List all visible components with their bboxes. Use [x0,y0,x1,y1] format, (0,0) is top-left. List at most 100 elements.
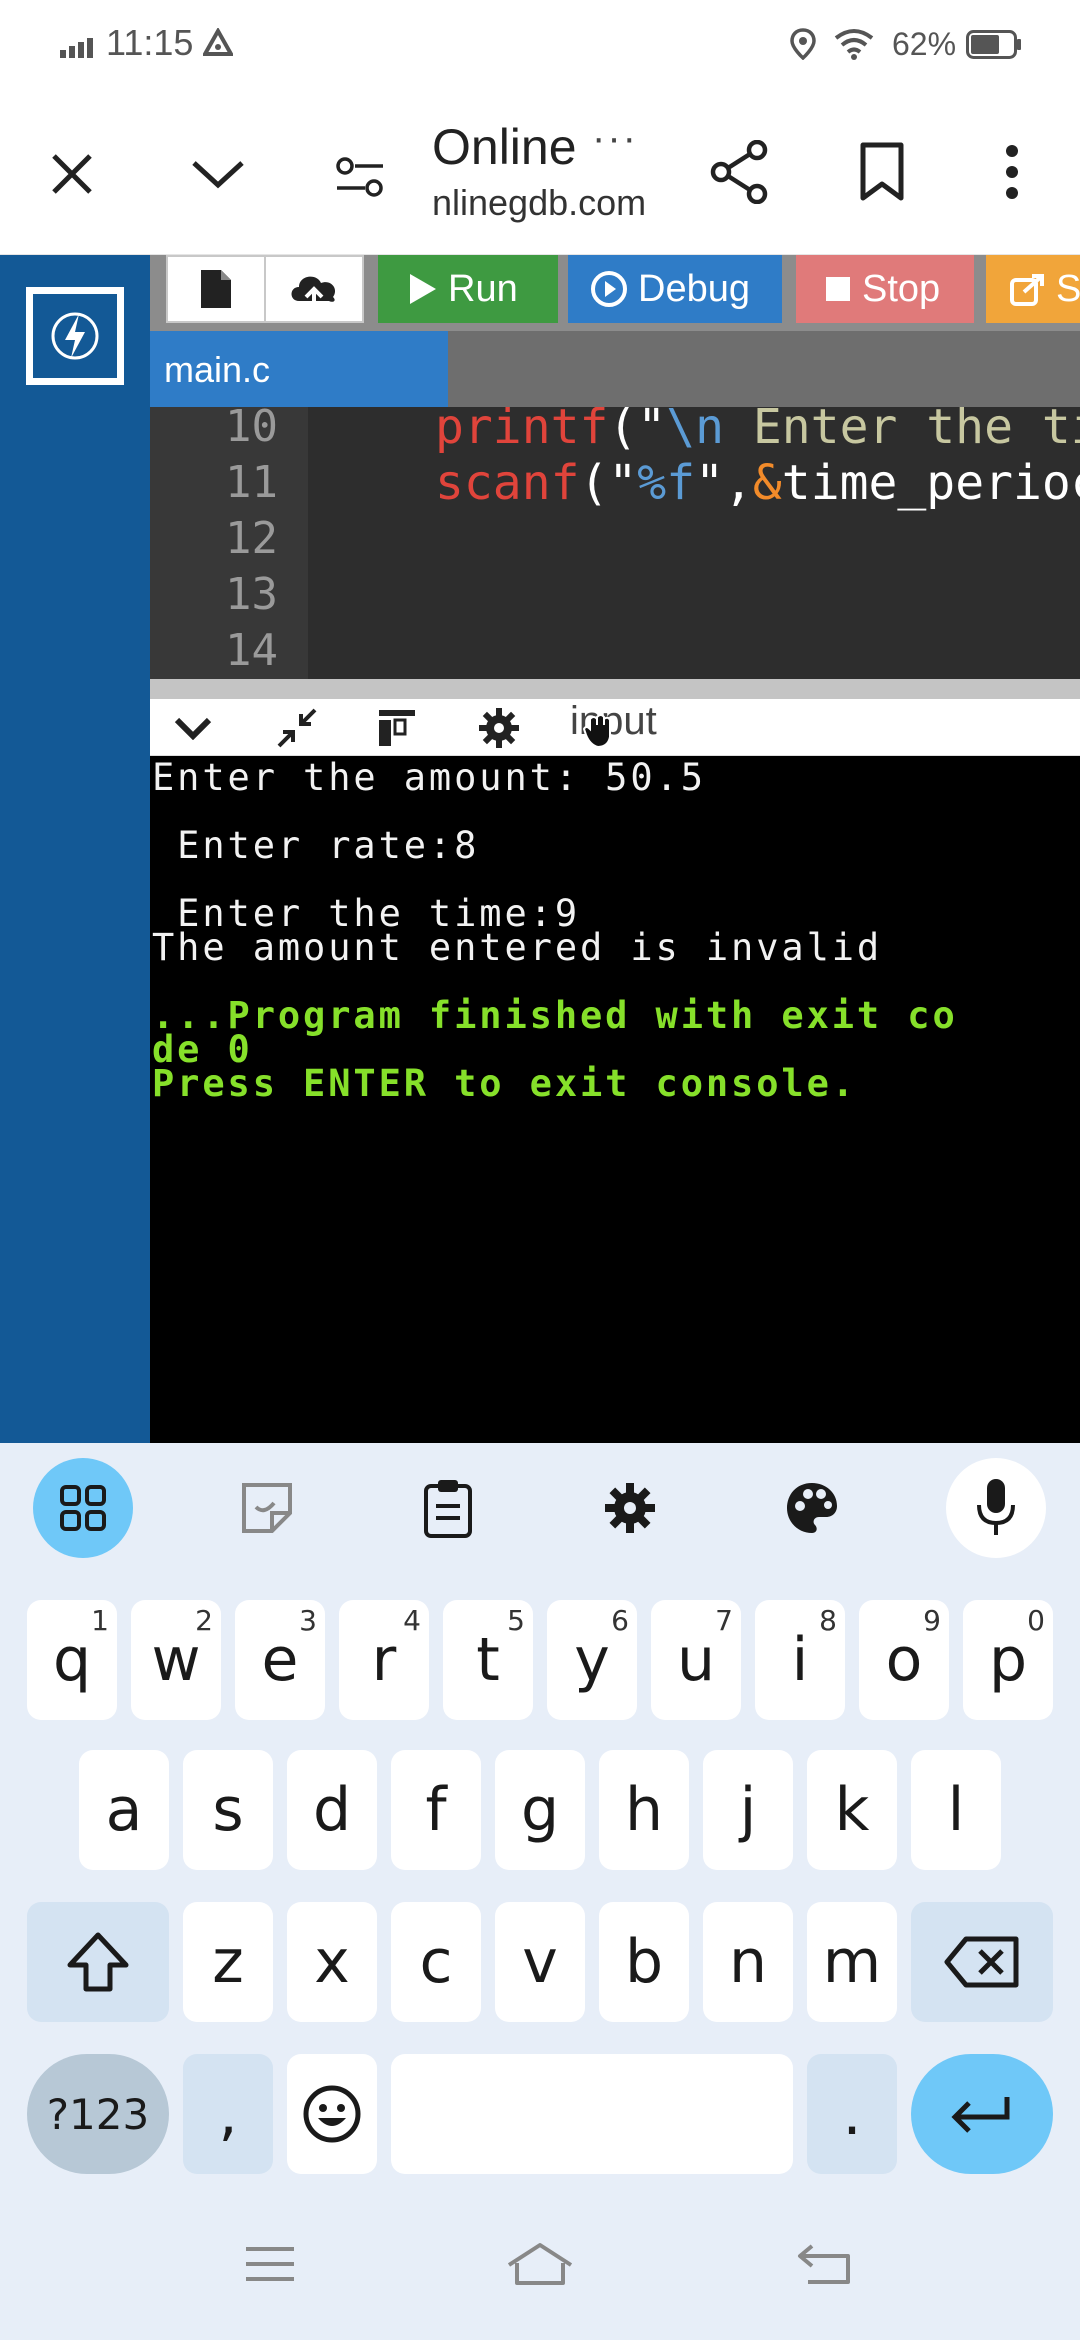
chevron-down-icon [192,161,244,189]
code-editor[interactable]: 10 11 12 13 14 printf("\n Enter the ti s… [150,407,1080,679]
key-w[interactable]: w2 [131,1600,221,1720]
key-d[interactable]: d [287,1750,377,1870]
sticker-button[interactable] [217,1458,317,1558]
status-bar: 11:15 62% [0,0,1080,90]
more-vert-icon [1006,145,1018,199]
key-n[interactable]: n [703,1902,793,2022]
browser-toolbar: Online ··· nlinegdb.com [0,90,1080,255]
signal-icon [60,38,93,58]
key-l[interactable]: l [911,1750,1001,1870]
key-r[interactable]: r4 [339,1600,429,1720]
key-z[interactable]: z [183,1902,273,2022]
menu-icon [246,2247,294,2281]
line-number: 11 [225,457,278,508]
enter-key[interactable] [911,2054,1053,2174]
io-settings-button[interactable] [478,707,520,749]
stop-icon [826,277,850,301]
stop-button[interactable]: Stop [796,255,974,323]
key-s[interactable]: s [183,1750,273,1870]
share-code-button[interactable]: S [986,255,1080,323]
console-line: Enter rate:8 [152,824,480,867]
home-icon [507,2243,573,2285]
theme-button[interactable] [762,1458,862,1558]
share-button[interactable] [698,130,782,214]
back-button[interactable] [784,2234,864,2294]
shrink-icon [277,708,317,748]
key-b[interactable]: b [599,1902,689,2022]
page-title[interactable]: Online [432,118,577,176]
comma-key[interactable]: , [183,2054,273,2174]
system-nav-bar [0,2200,1080,2340]
mic-icon [977,1479,1015,1535]
key-t[interactable]: t5 [443,1600,533,1720]
key-j[interactable]: j [703,1750,793,1870]
symbols-key[interactable]: ?123 [27,2054,169,2174]
new-file-button[interactable] [166,255,266,323]
key-a[interactable]: a [79,1750,169,1870]
code-line-11: scanf("%f",&time_perioc [435,455,1080,511]
key-x[interactable]: x [287,1902,377,2022]
battery-icon [966,30,1021,59]
emoji-key[interactable] [287,2054,377,2174]
onlinegdb-logo[interactable] [26,287,124,385]
keyboard-settings-button[interactable] [580,1458,680,1558]
key-p[interactable]: p0 [963,1600,1053,1720]
lightning-icon [51,312,99,360]
shift-key[interactable] [27,1902,169,2022]
console-line: Enter the amount: 50.5 [152,756,706,799]
key-m[interactable]: m [807,1902,897,2022]
key-v[interactable]: v [495,1902,585,2022]
voice-input-button[interactable] [946,1458,1046,1558]
output-console[interactable]: Enter the amount: 50.5 Enter rate:8 Ente… [150,756,1080,1443]
key-c[interactable]: c [391,1902,481,2022]
title-ellipsis: ··· [592,116,638,160]
bookmark-icon [860,142,904,201]
line-number: 12 [225,513,278,564]
chevron-down-icon [174,717,212,740]
key-e[interactable]: e3 [235,1600,325,1720]
new-file-icon [201,270,231,308]
backspace-key[interactable] [911,1902,1053,2022]
apps-button[interactable] [33,1458,133,1558]
home-button[interactable] [500,2234,580,2294]
key-o[interactable]: o9 [859,1600,949,1720]
key-i[interactable]: i8 [755,1600,845,1720]
period-key[interactable]: . [807,2054,897,2174]
run-button[interactable]: Run [378,255,558,323]
clipboard-icon [424,1480,472,1538]
key-u[interactable]: u7 [651,1600,741,1720]
more-options-button[interactable] [970,130,1054,214]
key-k[interactable]: k [807,1750,897,1870]
key-y[interactable]: y6 [547,1600,637,1720]
close-tab-button[interactable] [30,132,114,216]
key-h[interactable]: h [599,1750,689,1870]
url-domain[interactable]: nlinegdb.com [432,182,646,224]
sticker-icon [242,1483,292,1533]
recents-button[interactable] [230,2234,310,2294]
upload-button[interactable] [264,255,364,323]
share-icon [710,140,768,204]
site-settings-button[interactable] [318,135,402,219]
key-f[interactable]: f [391,1750,481,1870]
minimize-panel-button[interactable] [276,707,318,749]
key-g[interactable]: g [495,1750,585,1870]
grab-cursor-icon [582,714,611,749]
collapse-button[interactable] [176,132,260,216]
collapse-panel-button[interactable] [172,707,214,749]
line-number: 10 [225,407,278,452]
bookmark-button[interactable] [840,130,924,214]
space-key[interactable] [391,2054,793,2174]
debug-button[interactable]: Debug [568,255,782,323]
tab-main-c[interactable]: main.c [150,331,448,407]
key-q[interactable]: q1 [27,1600,117,1720]
file-tabs: main.c [150,331,1080,407]
panel-splitter[interactable] [150,679,1080,699]
layout-button[interactable] [376,707,418,749]
clipboard-button[interactable] [398,1458,498,1558]
shift-icon [67,1932,129,1992]
code-line-10: printf("\n Enter the ti [435,407,1080,455]
status-time: 11:15 [106,22,194,63]
enter-icon [951,2097,1010,2133]
location-icon [790,28,816,60]
emoji-icon [303,2085,361,2143]
